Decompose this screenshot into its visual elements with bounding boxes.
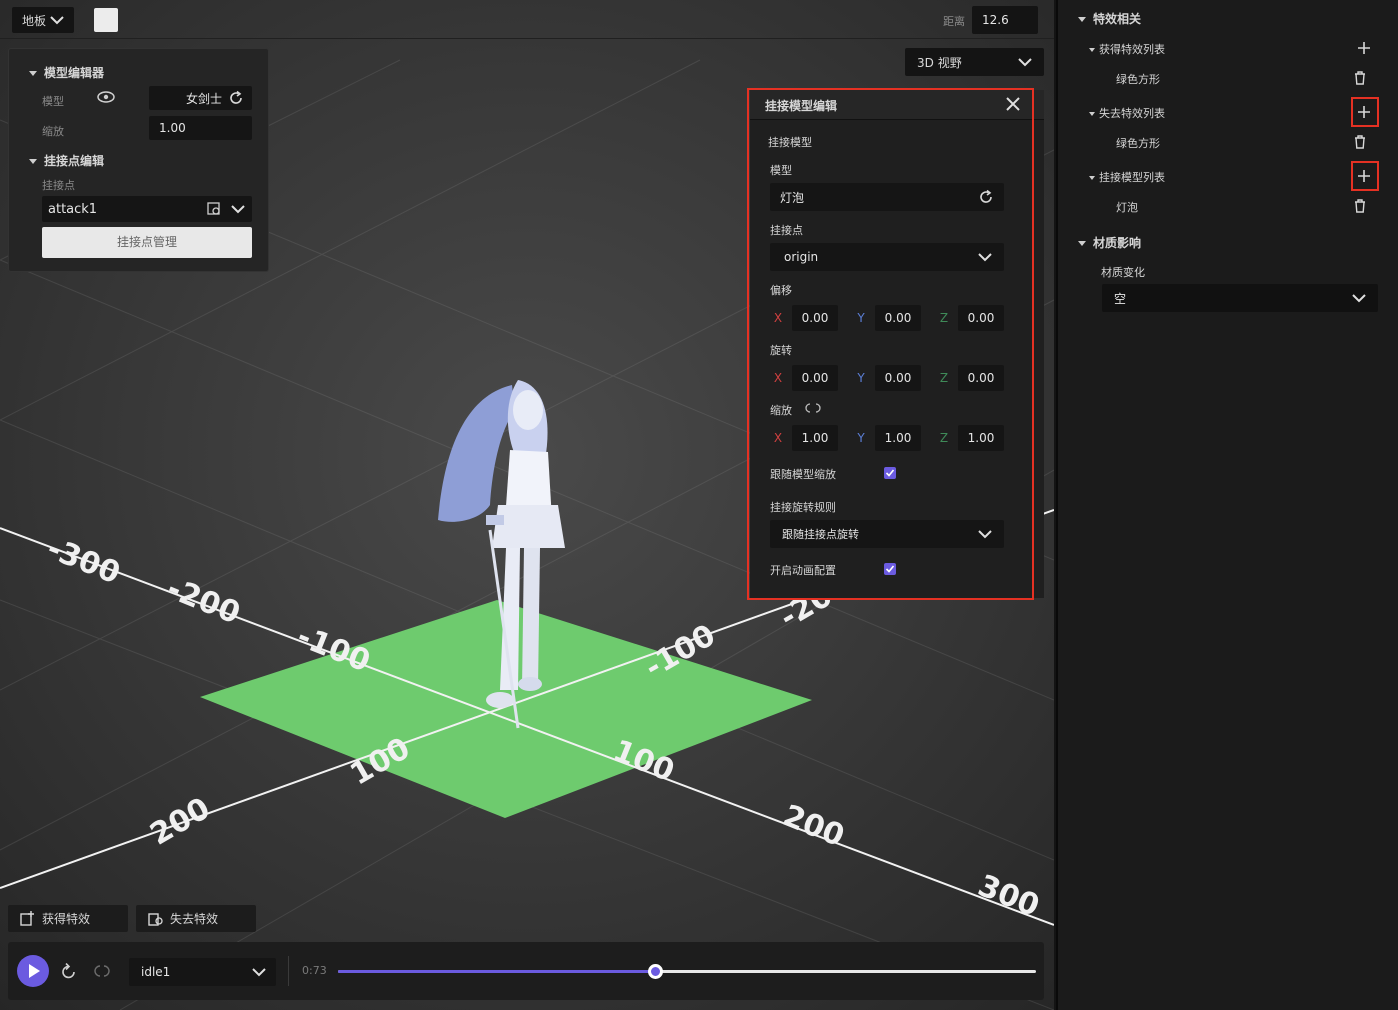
material-change-dropdown[interactable]: 空 [1102, 284, 1378, 312]
attach-point-manage-button[interactable]: 挂接点管理 [42, 227, 252, 258]
model-label: 模型 [42, 95, 64, 108]
add-effect-icon [20, 911, 34, 926]
scale-label: 缩放 [42, 125, 64, 138]
attach-model-list-title: 挂接模型列表 [1099, 171, 1165, 184]
material-change-label: 材质变化 [1101, 266, 1145, 279]
add-lose-effect-highlight [1351, 97, 1379, 127]
chevron-down-icon [252, 968, 266, 977]
collapse-caret-icon [29, 71, 37, 76]
chevron-down-icon [231, 205, 245, 214]
attach-point-label: 挂接点 [42, 179, 75, 192]
attach-point-editor-title: 挂接点编辑 [44, 154, 105, 168]
trash-icon[interactable] [1353, 134, 1367, 150]
distance-input[interactable]: 12.6 [972, 6, 1038, 34]
effects-section-header[interactable]: 特效相关 [1078, 10, 1141, 27]
time-display: 0:73 [302, 964, 327, 977]
floor-dropdown[interactable]: 地板 [12, 7, 74, 33]
add-attach-model-highlight [1351, 161, 1379, 191]
properties-sidebar: 特效相关 获得特效列表 绿色方形 失去特效列表 绿色方形 挂接模型列表 灯泡 材… [1056, 0, 1398, 1010]
animation-value: idle1 [141, 965, 171, 979]
lose-effect-list-header[interactable]: 失去特效列表 [1089, 105, 1165, 121]
floor-dropdown-value: 地板 [22, 13, 47, 28]
collapse-caret-icon [1089, 176, 1095, 180]
attach-point-editor-header[interactable]: 挂接点编辑 [29, 152, 104, 169]
model-editor-panel: 模型编辑器 模型 女剑士 缩放 1.00 挂接点编辑 挂接点 attack1 挂… [8, 48, 269, 272]
top-bar-divider [0, 38, 1054, 39]
gain-effect-label: 获得特效 [42, 912, 91, 926]
loop-icon[interactable] [93, 964, 111, 978]
model-select-field[interactable]: 女剑士 [149, 86, 252, 110]
model-editor-header[interactable]: 模型编辑器 [29, 64, 104, 81]
timeline-track[interactable] [338, 964, 1036, 979]
gain-effect-item[interactable]: 绿色方形 [1116, 71, 1160, 87]
chevron-down-icon [1018, 58, 1032, 67]
lose-effect-label: 失去特效 [170, 912, 219, 926]
view-mode-dropdown[interactable]: 3D 视野 [905, 48, 1044, 76]
dialog-highlight-box [747, 88, 1034, 600]
color-swatch-button[interactable] [94, 8, 118, 32]
replay-icon[interactable] [60, 963, 78, 981]
collapse-caret-icon [1078, 17, 1086, 22]
lose-effect-item[interactable]: 绿色方形 [1116, 135, 1160, 151]
plus-icon[interactable] [1357, 41, 1371, 55]
attach-model-list-header[interactable]: 挂接模型列表 [1089, 169, 1165, 185]
chevron-down-icon [50, 16, 64, 25]
lose-effect-button[interactable]: 失去特效 [136, 905, 256, 932]
trash-icon[interactable] [1353, 70, 1367, 86]
view-mode-value: 3D 视野 [917, 55, 962, 70]
locate-icon[interactable] [207, 202, 222, 216]
3d-viewport[interactable]: -300 -200 -100 100 200 -100 100 200 300 -200 地板 距… [0, 0, 1054, 1010]
effects-section-title: 特效相关 [1093, 12, 1142, 26]
play-button[interactable] [17, 955, 49, 987]
collapse-caret-icon [1089, 48, 1095, 52]
timeline-thumb[interactable] [647, 964, 663, 979]
scale-input[interactable]: 1.00 [149, 116, 252, 140]
playback-divider [288, 956, 289, 986]
material-change-value: 空 [1114, 291, 1127, 306]
material-section-title: 材质影响 [1093, 236, 1142, 250]
material-section-header[interactable]: 材质影响 [1078, 234, 1141, 251]
attach-point-value: attack1 [48, 201, 98, 217]
timeline-progress [338, 970, 656, 973]
gain-effect-list-header[interactable]: 获得特效列表 [1089, 41, 1165, 57]
attach-point-dropdown[interactable]: attack1 [42, 196, 252, 222]
gain-effect-button[interactable]: 获得特效 [8, 905, 128, 932]
animation-dropdown[interactable]: idle1 [129, 958, 276, 986]
playback-bar: idle1 0:73 [8, 942, 1044, 1000]
model-value: 女剑士 [185, 91, 222, 106]
play-icon [29, 964, 40, 978]
collapse-caret-icon [1089, 112, 1095, 116]
collapse-caret-icon [1078, 241, 1086, 246]
refresh-icon[interactable] [228, 90, 244, 106]
trash-icon[interactable] [1353, 198, 1367, 214]
model-editor-title: 模型编辑器 [44, 66, 105, 80]
gain-effect-list-title: 获得特效列表 [1099, 43, 1165, 56]
collapse-caret-icon [29, 159, 37, 164]
chevron-down-icon [1352, 294, 1366, 303]
lose-effect-list-title: 失去特效列表 [1099, 107, 1165, 120]
remove-effect-icon [148, 913, 163, 926]
distance-label: 距离 [943, 15, 965, 28]
attach-model-item[interactable]: 灯泡 [1116, 199, 1138, 215]
eye-icon[interactable] [96, 90, 116, 104]
